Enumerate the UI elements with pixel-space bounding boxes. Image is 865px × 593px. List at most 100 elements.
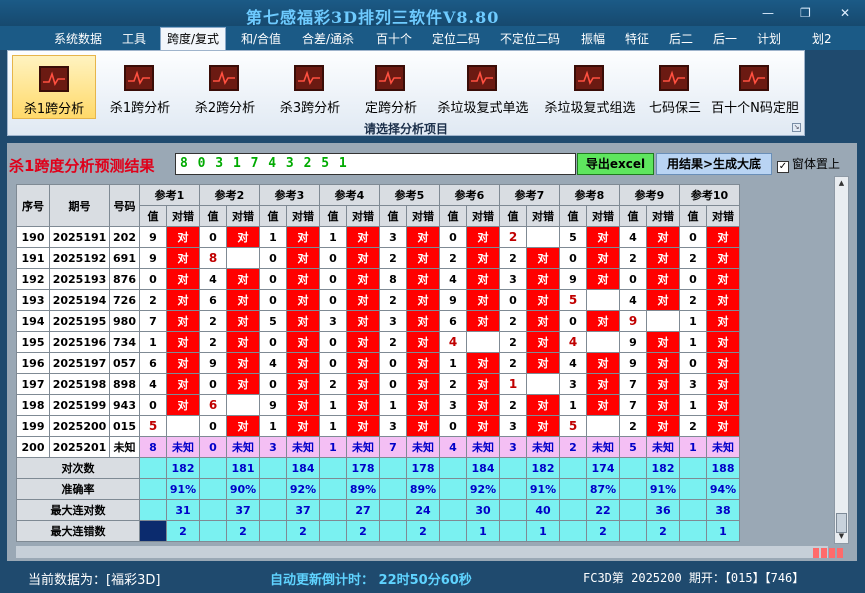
cell-value: 9 — [259, 394, 287, 416]
row-seq: 198 — [16, 394, 50, 416]
header-mark: 对错 — [466, 205, 500, 227]
table-row[interactable]: 197 2025198 898 4 对 0 对 0 对 2 对 0 对 2 对 1 3 对 7 对 3 对 — [16, 373, 740, 395]
cell-mark — [586, 289, 620, 311]
close-icon[interactable]: ✕ — [840, 6, 850, 20]
cell-mark: 对 — [346, 352, 380, 374]
menu-diff-kill[interactable]: 合差/通杀 — [302, 30, 354, 47]
stat-spacer — [319, 457, 347, 479]
menu-hundreds-tens-units[interactable]: 百十个 — [376, 30, 412, 47]
table-row[interactable]: 190 2025191 202 9 对 0 对 1 对 1 对 3 对 0 对 2 5 对 4 对 0 对 — [16, 226, 740, 248]
ribbon-junk-group[interactable]: 杀垃圾复式组选 — [537, 55, 643, 119]
row-number: 015 — [109, 415, 140, 437]
cell-value: 2 — [439, 247, 467, 269]
menu-system-data[interactable]: 系统数据 — [54, 30, 102, 47]
header-value: 值 — [439, 205, 467, 227]
table-row[interactable]: 193 2025194 726 2 对 6 对 0 对 0 对 2 对 9 对 0 对 5 4 对 2 对 — [16, 289, 740, 311]
cell-value: 9 — [139, 226, 167, 248]
menu-span-compound[interactable]: 跨度/复式 — [160, 27, 227, 50]
ribbon-seven-code[interactable]: 七码保三 — [644, 55, 706, 119]
table-row[interactable]: 194 2025195 980 7 对 2 对 5 对 3 对 3 对 6 对 2 对 0 对 9 1 对 — [16, 310, 740, 332]
menu-nonposition-two[interactable]: 不定位二码 — [500, 30, 560, 47]
stat-value: 181 — [226, 457, 260, 479]
cell-mark: 未知 — [586, 436, 620, 458]
chart-icon — [124, 65, 154, 91]
dialog-launcher-icon[interactable]: ↘ — [792, 123, 801, 132]
cell-value: 0 — [439, 226, 467, 248]
cell-mark: 对 — [706, 310, 740, 332]
cell-value: 7 — [619, 373, 647, 395]
row-number: 202 — [109, 226, 140, 248]
menu-tools[interactable]: 工具 — [122, 30, 146, 47]
table-row[interactable]: 198 2025199 943 0 对 6 9 对 1 对 1 对 3 对 2 对 1 对 7 对 1 对 — [16, 394, 740, 416]
cell-value: 0 — [139, 394, 167, 416]
stat-row: 最大连对数 31 37 37 27 24 30 40 22 36 38 — [16, 499, 740, 521]
horizontal-scrollbar[interactable] — [16, 546, 828, 558]
cell-mark: 未知 — [466, 436, 500, 458]
result-field[interactable]: 8 0 3 1 7 4 3 2 5 1 — [175, 153, 576, 175]
ribbon-kill1-span-active[interactable]: 杀1跨分析 — [12, 55, 96, 119]
ribbon-kill2-span[interactable]: 杀2跨分析 — [183, 55, 267, 119]
cell-mark: 对 — [646, 331, 680, 353]
cell-mark: 对 — [286, 331, 320, 353]
restore-icon[interactable]: ❐ — [800, 6, 811, 20]
cell-mark: 未知 — [286, 436, 320, 458]
ribbon-fixed-span[interactable]: 定跨分析 — [353, 55, 429, 119]
table-row[interactable]: 199 2025200 015 5 0 对 1 对 1 对 3 对 0 对 3 对 5 2 对 2 对 — [16, 415, 740, 437]
cell-mark: 对 — [526, 352, 560, 374]
vertical-scrollbar[interactable]: ▲ ▼ — [834, 176, 849, 544]
cell-mark: 对 — [406, 331, 440, 353]
export-excel-button[interactable]: 导出excel — [577, 153, 654, 175]
menu-feature[interactable]: 特征 — [625, 30, 649, 47]
cell-mark: 对 — [466, 226, 500, 248]
ribbon-label: 百十个N码定胆 — [711, 101, 799, 116]
status-countdown: 自动更新倒计时： 22时50分60秒 — [270, 573, 472, 588]
scroll-thumb[interactable] — [836, 513, 847, 533]
table-row[interactable]: 192 2025193 876 0 对 4 对 0 对 0 对 8 对 4 对 3 对 9 对 0 对 0 对 — [16, 268, 740, 290]
ribbon-label: 杀3跨分析 — [279, 101, 341, 116]
scroll-down-icon[interactable]: ▼ — [837, 532, 846, 540]
table-row[interactable]: 200 2025201 未知 8 未知 0 未知 3 未知 1 未知 7 未知 4 未知 3 未知 2 未知 5 未知 1… — [16, 436, 740, 458]
menu-amplitude[interactable]: 振幅 — [581, 30, 605, 47]
menu-back-two[interactable]: 后二 — [669, 30, 693, 47]
stat-spacer — [559, 478, 587, 500]
analysis-table: 序号 期号 号码 参考1 参考2 参考3 参考4 参考5 参考6 参考7 参考8 参考9 参考10 值对错… — [16, 184, 740, 542]
menu-plan[interactable]: 计划 — [757, 30, 781, 47]
cell-value: 5 — [559, 415, 587, 437]
checkbox-check-icon[interactable]: ✓ — [777, 161, 789, 173]
cell-value: 1 — [379, 394, 407, 416]
table-row[interactable]: 196 2025197 057 6 对 9 对 4 对 0 对 0 对 1 对 2 对 4 对 9 对 0 对 — [16, 352, 740, 374]
stat-value: 89% — [406, 478, 440, 500]
cell-value: 0 — [199, 373, 227, 395]
cell-value: 2 — [499, 226, 527, 248]
generate-base-button[interactable]: 用结果>生成大底 — [656, 153, 772, 175]
table-row[interactable]: 191 2025192 691 9 对 8 0 对 0 对 2 对 2 对 2 对 0 对 2 对 2 对 — [16, 247, 740, 269]
stat-value: 2 — [406, 520, 440, 542]
scroll-up-icon[interactable]: ▲ — [837, 179, 846, 187]
cell-mark: 对 — [526, 415, 560, 437]
menu-sum-value[interactable]: 和/合值 — [241, 30, 281, 47]
header-value: 值 — [679, 205, 707, 227]
cell-mark: 对 — [466, 394, 500, 416]
stat-spacer — [559, 520, 587, 542]
cell-mark: 对 — [586, 352, 620, 374]
cell-mark: 对 — [406, 394, 440, 416]
row-number: 734 — [109, 331, 140, 353]
header-mark: 对错 — [286, 205, 320, 227]
stat-spacer — [499, 520, 527, 542]
ribbon-kill3-span[interactable]: 杀3跨分析 — [268, 55, 352, 119]
menu-back-one[interactable]: 后一 — [713, 30, 737, 47]
minimize-icon[interactable]: — — [762, 6, 774, 20]
menu-position-two[interactable]: 定位二码 — [432, 30, 480, 47]
table-row[interactable]: 195 2025196 734 1 对 2 对 0 对 0 对 2 对 4 2 对 4 9 对 1 对 — [16, 331, 740, 353]
cell-mark: 对 — [706, 394, 740, 416]
ribbon-n-code-dan[interactable]: 百十个N码定胆 — [707, 55, 803, 119]
stat-row: 最大连错数 2 2 2 2 2 1 1 2 2 1 — [16, 520, 740, 542]
menu-plan-2[interactable]: 划2 — [812, 30, 832, 47]
pin-window-checkbox[interactable]: ✓ 窗体置上 — [777, 155, 840, 173]
cell-value: 2 — [379, 289, 407, 311]
cell-mark: 对 — [166, 289, 200, 311]
ribbon-junk-single[interactable]: 杀垃圾复式单选 — [430, 55, 536, 119]
cell-mark: 对 — [526, 394, 560, 416]
cell-mark: 对 — [646, 289, 680, 311]
ribbon-kill1-span[interactable]: 杀1跨分析 — [98, 55, 182, 119]
